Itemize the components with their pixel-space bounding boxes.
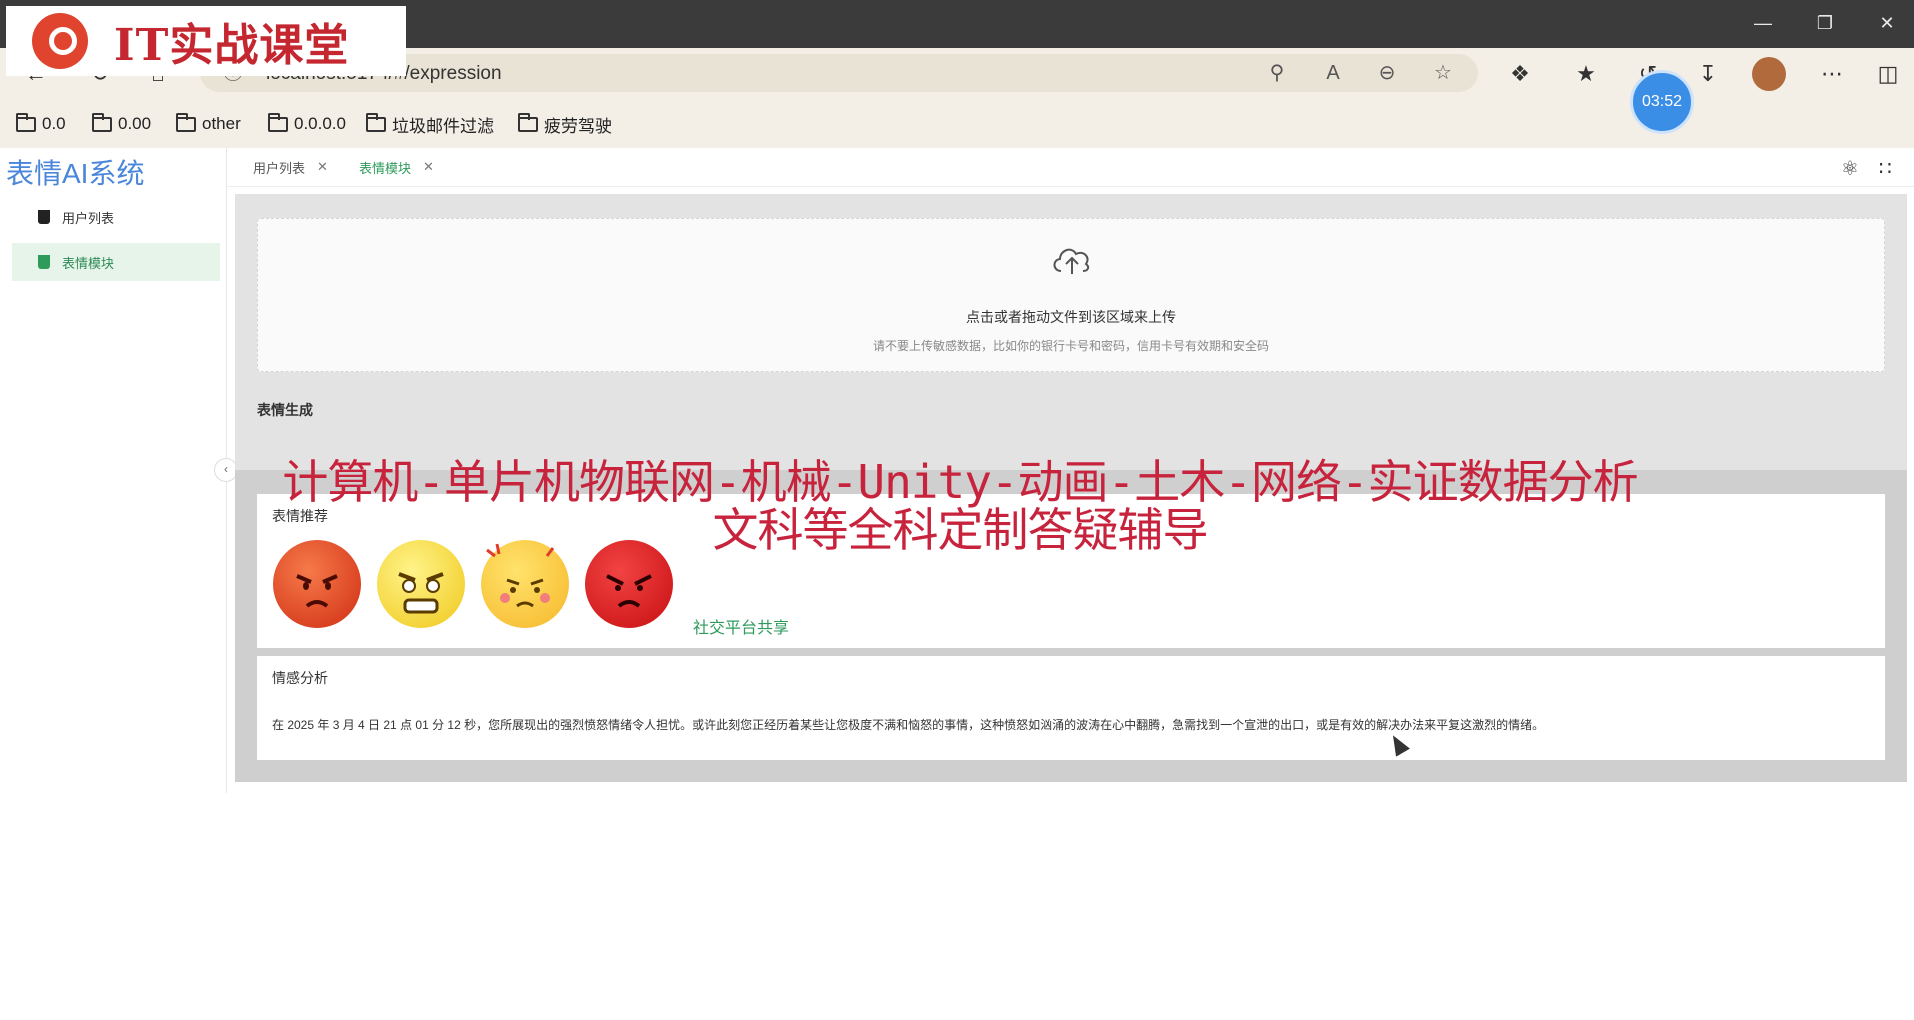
cup-icon [38, 255, 50, 269]
extensions-icon[interactable]: ❖ [1504, 58, 1536, 90]
analysis-title: 情感分析 [272, 670, 328, 686]
apps-grid-icon[interactable]: ∷ [1879, 156, 1892, 181]
watermark: 计算机-单片机物联网-机械-Unity-动画-土木-网络-实证数据分析 文科等全… [230, 458, 1690, 554]
favorites-icon[interactable]: ★ [1570, 58, 1602, 90]
logo-mark-icon [32, 13, 88, 69]
close-window-icon[interactable]: ✕ [1856, 0, 1914, 46]
watermark-line-2: 文科等全科定制答疑辅导 [712, 503, 1209, 557]
tab-user-list[interactable]: 用户列表 ✕ [253, 148, 328, 186]
profile-avatar[interactable] [1752, 57, 1786, 91]
folder-icon [268, 112, 288, 132]
more-icon[interactable]: ⋯ [1816, 58, 1848, 90]
theme-icon[interactable]: ⚛ [1841, 156, 1859, 181]
folder-icon [92, 112, 112, 132]
key-icon[interactable]: ⚲ [1264, 60, 1290, 86]
close-tab-icon[interactable]: ✕ [317, 159, 328, 175]
tab-expression[interactable]: 表情模块 ✕ [359, 148, 434, 186]
zoom-out-icon[interactable]: ⊖ [1374, 60, 1400, 86]
folder-icon [176, 112, 196, 132]
restore-icon[interactable]: ❐ [1794, 0, 1856, 46]
analysis-text: 在 2025 年 3 月 4 日 21 点 01 分 12 秒，您所展现出的强烈… [272, 718, 1545, 732]
timer-badge[interactable]: 03:52 [1630, 70, 1694, 134]
cup-icon [38, 210, 50, 224]
close-tab-icon[interactable]: ✕ [423, 159, 434, 175]
watermark-line-1: 计算机-单片机物联网-机械-Unity-动画-土木-网络-实证数据分析 [282, 455, 1638, 509]
app-title: 表情AI系统 [6, 158, 145, 189]
favorite-star-icon[interactable]: ☆ [1430, 60, 1456, 86]
logo-banner: IT实战课堂 [6, 6, 406, 76]
minimize-icon[interactable]: — [1732, 0, 1794, 46]
upload-main-text: 点击或者拖动文件到该区域来上传 [966, 309, 1176, 325]
web-page: 表情AI系统 用户列表 表情模块 ‹ 用户列表 ✕ 表情模块 ✕ ⚛ ∷ 点击或者拖… [0, 148, 1914, 1020]
sidebar-item-expression[interactable]: 表情模块 [12, 243, 220, 281]
bookmark-item[interactable]: 垃圾邮件过滤 [366, 112, 494, 136]
generate-title: 表情生成 [257, 402, 313, 418]
bookmark-item[interactable]: 疲劳驾驶 [518, 112, 612, 136]
tab-bar: 用户列表 ✕ 表情模块 ✕ ⚛ ∷ [227, 148, 1914, 187]
folder-icon [16, 112, 36, 132]
sidebar-item-user-list[interactable]: 用户列表 [12, 198, 220, 236]
bookmark-item[interactable]: other [176, 112, 241, 136]
upload-dropzone[interactable]: 点击或者拖动文件到该区域来上传 请不要上传敏感数据，比如你的银行卡号和密码，信用… [257, 218, 1885, 372]
folder-icon [366, 112, 386, 132]
bookmarks-bar: 0.0 0.00 other 0.0.0.0 垃圾邮件过滤 疲劳驾驶 [0, 100, 1914, 148]
bookmark-item[interactable]: 0.00 [92, 112, 151, 136]
sidebar-toggle-icon[interactable]: ◫ [1872, 58, 1904, 90]
bookmark-item[interactable]: 0.0.0.0 [268, 112, 346, 136]
cloud-upload-icon [1053, 248, 1090, 274]
folder-icon [518, 112, 538, 132]
social-share-link[interactable]: 社交平台共享 [693, 614, 789, 638]
upload-hint-text: 请不要上传敏感数据，比如你的银行卡号和密码，信用卡号有效期和安全码 [872, 339, 1269, 353]
sidebar: 表情AI系统 用户列表 表情模块 [0, 148, 227, 793]
analysis-card: 情感分析 在 2025 年 3 月 4 日 21 点 01 分 12 秒，您所展… [257, 656, 1885, 760]
logo-text: IT实战课堂 [114, 20, 350, 71]
download-icon[interactable]: ↧ [1692, 58, 1724, 90]
bookmark-item[interactable]: 0.0 [16, 112, 66, 136]
read-aloud-icon[interactable]: A [1320, 60, 1346, 86]
